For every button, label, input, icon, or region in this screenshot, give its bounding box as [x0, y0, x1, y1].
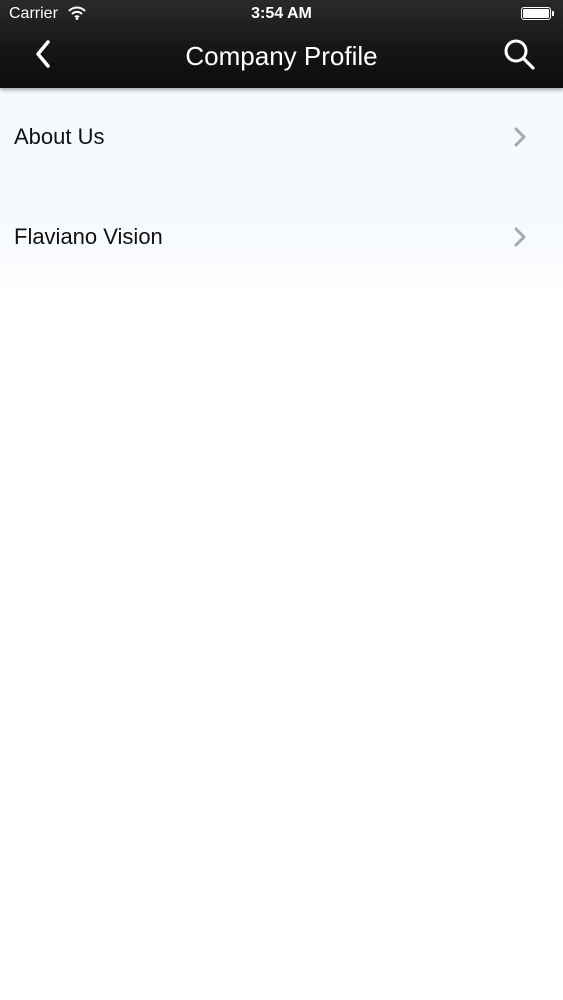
battery-level: [523, 9, 549, 18]
status-bar: Carrier 3:54 AM: [0, 0, 563, 28]
list-item-label: Flaviano Vision: [14, 224, 163, 249]
chevron-right-icon: [512, 227, 528, 247]
chevron-left-icon: [33, 39, 53, 74]
top-bar: Carrier 3:54 AM Company Profile: [0, 0, 563, 88]
battery-icon: [521, 7, 551, 20]
chevron-right-icon: [512, 127, 528, 147]
menu-list: About Us Flaviano Vision: [0, 88, 563, 288]
battery-tip: [552, 11, 554, 16]
back-button[interactable]: [26, 38, 60, 74]
status-time: 3:54 AM: [251, 5, 312, 22]
list-item-flaviano-vision[interactable]: Flaviano Vision: [0, 188, 563, 288]
list-item-label: About Us: [14, 124, 105, 149]
search-button[interactable]: [500, 38, 538, 74]
page-title: Company Profile: [185, 41, 378, 71]
list-item-about-us[interactable]: About Us: [0, 88, 563, 188]
main-content: About Us Flaviano Vision: [0, 88, 563, 1000]
app-screen: Carrier 3:54 AM Company Profile About Us…: [0, 0, 563, 1000]
search-icon: [502, 37, 536, 76]
